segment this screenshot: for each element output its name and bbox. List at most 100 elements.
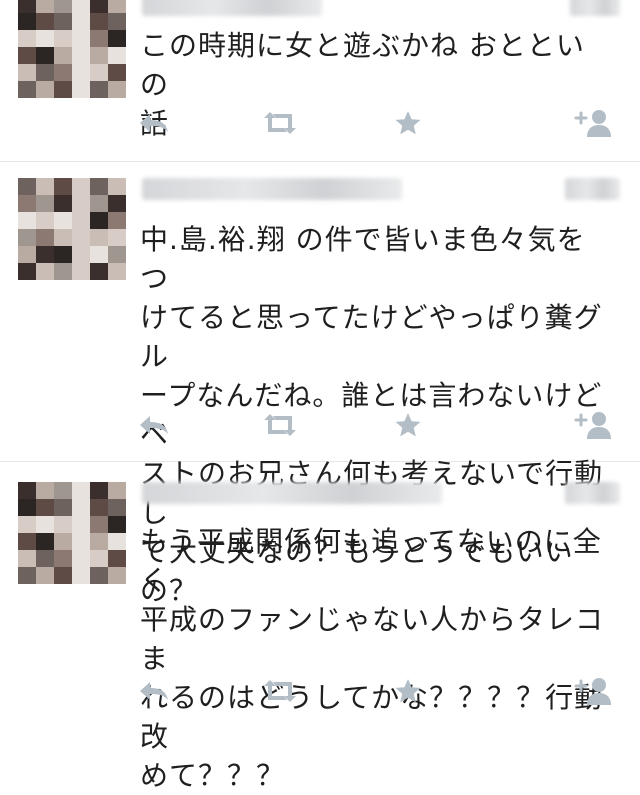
avatar-pixel <box>108 499 126 516</box>
follow-icon[interactable] <box>572 410 612 440</box>
retweet-icon[interactable] <box>262 108 298 138</box>
tweet: この時期に女と遊ぶかね おとといの 話 <box>0 0 640 162</box>
avatar-pixel <box>72 64 90 81</box>
tweet: 中.島.裕.翔 の件で皆いま色々気をつ けてると思ってたけどやっぱり糞グル ープ… <box>0 162 640 607</box>
avatar-pixel <box>36 263 54 280</box>
avatar-pixel <box>54 212 72 229</box>
avatar-pixel <box>72 263 90 280</box>
avatar-pixel <box>90 482 108 499</box>
username-blurred <box>142 0 322 16</box>
avatar-pixel <box>36 178 54 195</box>
avatar-pixel <box>108 229 126 246</box>
avatar-pixel <box>108 482 126 499</box>
avatar-pixel <box>108 30 126 47</box>
avatar-pixel <box>72 212 90 229</box>
avatar-pixel <box>72 229 90 246</box>
avatar-pixel <box>36 550 54 567</box>
avatar-pixel <box>36 195 54 212</box>
avatar-pixel <box>72 30 90 47</box>
avatar-pixel <box>54 499 72 516</box>
avatar-pixel <box>90 0 108 13</box>
avatar-pixel <box>108 64 126 81</box>
favorite-icon[interactable] <box>394 108 422 138</box>
favorite-icon[interactable] <box>394 410 422 440</box>
avatar-pixel <box>18 64 36 81</box>
avatar-pixel <box>36 30 54 47</box>
avatar-pixel <box>54 0 72 13</box>
reply-icon[interactable] <box>138 676 170 706</box>
tweet: もう平成関係何も追ってないのに全く 平成のファンじゃない人からタレコま れるのは… <box>0 462 640 792</box>
avatar-pixel <box>18 567 36 584</box>
username-blurred <box>142 178 402 200</box>
avatar-pixel <box>36 567 54 584</box>
avatar-pixel <box>90 263 108 280</box>
avatar-pixel <box>72 516 90 533</box>
avatar-pixel <box>90 567 108 584</box>
avatar-pixel <box>54 516 72 533</box>
avatar-pixel <box>54 246 72 263</box>
retweet-icon[interactable] <box>262 676 298 706</box>
avatar-pixel <box>54 550 72 567</box>
avatar-pixel <box>54 81 72 98</box>
avatar-pixel <box>108 516 126 533</box>
avatar-pixel <box>18 47 36 64</box>
avatar-pixel <box>36 0 54 13</box>
avatar-pixel <box>90 195 108 212</box>
avatar-pixel <box>54 567 72 584</box>
avatar[interactable] <box>18 178 126 280</box>
tweet-actions <box>138 108 618 138</box>
avatar-pixel <box>90 81 108 98</box>
avatar-pixel <box>36 81 54 98</box>
avatar-pixel <box>18 533 36 550</box>
avatar-pixel <box>90 516 108 533</box>
avatar-pixel <box>36 533 54 550</box>
timestamp-blurred <box>570 0 620 16</box>
avatar-pixel <box>18 81 36 98</box>
avatar-pixel <box>72 195 90 212</box>
avatar-pixel <box>36 13 54 30</box>
favorite-icon[interactable] <box>394 676 422 706</box>
avatar-pixel <box>18 195 36 212</box>
avatar-pixel <box>90 47 108 64</box>
avatar-pixel <box>108 246 126 263</box>
timestamp-blurred <box>565 482 620 504</box>
retweet-icon[interactable] <box>262 410 298 440</box>
avatar-pixel <box>108 178 126 195</box>
avatar-pixel <box>36 229 54 246</box>
avatar-pixel <box>54 229 72 246</box>
avatar-pixel <box>18 30 36 47</box>
avatar-pixel <box>90 30 108 47</box>
avatar-pixel <box>54 30 72 47</box>
avatar-pixel <box>36 64 54 81</box>
avatar-pixel <box>72 533 90 550</box>
avatar[interactable] <box>18 0 126 98</box>
avatar-pixel <box>54 482 72 499</box>
reply-icon[interactable] <box>138 410 170 440</box>
avatar-pixel <box>54 195 72 212</box>
follow-icon[interactable] <box>572 108 612 138</box>
timestamp-blurred <box>565 178 620 200</box>
tweet-actions <box>138 410 618 440</box>
avatar-pixel <box>36 246 54 263</box>
avatar-pixel <box>18 0 36 13</box>
avatar-pixel <box>54 64 72 81</box>
avatar-pixel <box>18 13 36 30</box>
avatar-pixel <box>36 47 54 64</box>
tweet-text: もう平成関係何も追ってないのに全く 平成のファンじゃない人からタレコま れるのは… <box>140 525 605 792</box>
follow-icon[interactable] <box>572 676 612 706</box>
avatar-pixel <box>18 263 36 280</box>
avatar-pixel <box>108 47 126 64</box>
avatar-pixel <box>108 263 126 280</box>
avatar-pixel <box>72 550 90 567</box>
reply-icon[interactable] <box>138 108 170 138</box>
avatar-pixel <box>54 13 72 30</box>
avatar-pixel <box>90 64 108 81</box>
avatar-pixel <box>90 13 108 30</box>
avatar-pixel <box>108 81 126 98</box>
avatar-pixel <box>72 482 90 499</box>
avatar-pixel <box>18 550 36 567</box>
avatar-pixel <box>108 550 126 567</box>
avatar[interactable] <box>18 482 126 584</box>
avatar-pixel <box>18 246 36 263</box>
avatar-pixel <box>108 567 126 584</box>
